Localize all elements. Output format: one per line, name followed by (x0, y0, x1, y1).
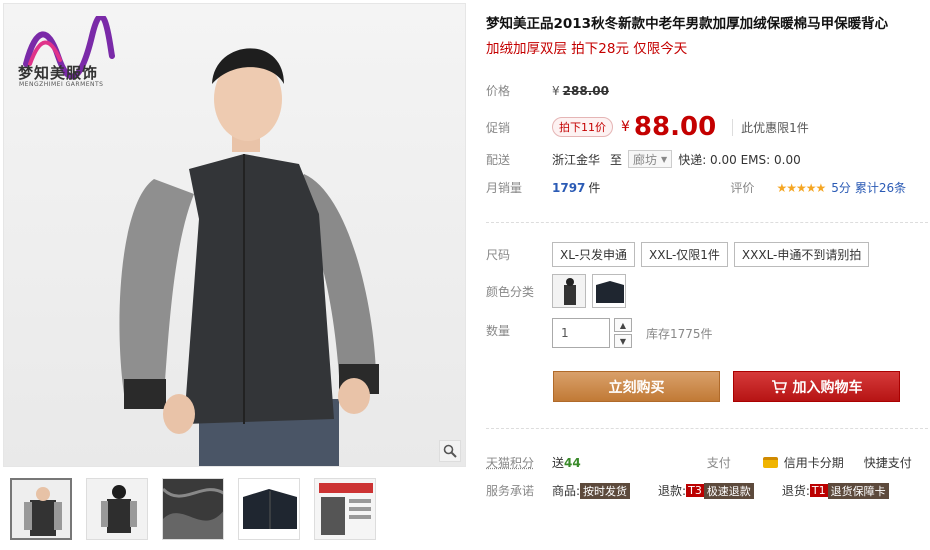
exchange-code: T1 (809, 484, 828, 497)
sales-unit: 件 (588, 181, 601, 195)
return-code: T3 (686, 484, 704, 497)
promo-row: 促销 拍下11价 ¥ 88.00 此优惠限1件 (486, 112, 809, 142)
shipping-fees: 快递: 0.00 EMS: 0.00 (678, 152, 801, 167)
add-to-cart-label: 加入购物车 (792, 379, 863, 396)
color-swatch-2[interactable] (592, 274, 626, 308)
current-yen-symbol: ¥ (621, 119, 630, 135)
price-row: 价格 ¥ 288.00 (486, 82, 609, 99)
thumbnail-5[interactable] (314, 478, 376, 540)
size-option-xl[interactable]: XL-只发申通 (552, 242, 636, 267)
credit-card-icon (762, 457, 778, 468)
thumbnail-2-image (87, 479, 147, 539)
service-row: 服务承诺 商品: 按时发货 退款: T3 极速退款 退货: T1 退货保障卡 (486, 482, 889, 499)
sales-label: 月销量 (486, 181, 523, 195)
fast-refund-tag[interactable]: 极速退款 (703, 482, 754, 499)
rating-score: 5分 (831, 181, 851, 195)
sales-count: 1797 (552, 180, 586, 195)
quantity-decrease-button[interactable]: ▼ (614, 334, 632, 348)
add-to-cart-button[interactable]: 加入购物车 (733, 371, 900, 402)
on-time-delivery-tag[interactable]: 按时发货 (580, 482, 631, 499)
color-swatch-2-image (593, 275, 625, 307)
current-price: 88.00 (633, 112, 717, 142)
destination-select[interactable]: 廊坊 ▼ (628, 150, 673, 168)
main-product-image[interactable]: 梦知美服饰 MENGZHIMEI GARMENTS (3, 3, 466, 467)
magnifier-icon (443, 444, 457, 458)
rating-label: 评价 (730, 181, 755, 195)
cart-icon (771, 379, 787, 393)
points-prefix: 送 (552, 456, 565, 470)
thumbnail-3[interactable] (162, 478, 224, 540)
shipping-row: 配送 浙江金华 至 廊坊 ▼ 快递: 0.00 EMS: 0.00 (486, 150, 801, 168)
color-swatch-1-image (553, 275, 585, 307)
color-swatch-1[interactable] (552, 274, 586, 308)
promo-limit: 此优惠限1件 (732, 118, 809, 136)
size-row: 尺码 XL-只发申通 XXL-仅限1件 XXXL-申通不到请别拍 (486, 242, 875, 267)
buy-now-label: 立刻购买 (608, 379, 665, 396)
product-subtitle: 加绒加厚双层 拍下28元 仅限今天 (486, 41, 688, 57)
color-label: 颜色分类 (486, 284, 535, 299)
shipping-label: 配送 (486, 152, 511, 167)
quantity-increase-button[interactable]: ▲ (614, 318, 632, 332)
thumbnail-2[interactable] (86, 478, 148, 540)
points-row: 天猫积分 送 44 支付 信用卡分期 快捷支付 (486, 454, 912, 471)
size-option-xxxl[interactable]: XXXL-申通不到请别拍 (733, 242, 870, 267)
exchange-label: 退货: (781, 484, 810, 498)
divider (486, 222, 928, 223)
quantity-row: 数量 1 ▲ ▼ 库存1775件 (486, 318, 713, 348)
destination-value: 廊坊 (633, 152, 658, 167)
promo-label: 促销 (486, 120, 511, 135)
thumbnail-strip (10, 478, 376, 540)
quantity-stepper: ▲ ▼ (614, 318, 632, 348)
quick-pay-link[interactable]: 快捷支付 (864, 454, 912, 471)
pay-label: 支付 (706, 456, 731, 470)
yen-symbol: ¥ (552, 83, 560, 98)
thumbnail-3-image (163, 479, 223, 539)
buy-now-button[interactable]: 立刻购买 (553, 371, 720, 402)
points-value: 44 (564, 455, 581, 470)
thumbnail-1-image (12, 480, 70, 538)
promo-tag: 拍下11价 (552, 117, 613, 137)
ship-from: 浙江金华 (552, 152, 601, 167)
product-header: 梦知美正品2013秋冬新款中老年男款加厚加绒保暖棉马甲保暖背心 加绒加厚双层 拍… (486, 14, 926, 59)
thumbnail-5-image (315, 479, 375, 539)
chevron-down-icon: ▼ (661, 154, 668, 164)
points-label[interactable]: 天猫积分 (486, 454, 552, 471)
installment-link[interactable]: 信用卡分期 (784, 454, 844, 471)
size-label: 尺码 (486, 248, 511, 262)
thumbnail-4-image (239, 479, 299, 539)
divider-2 (486, 428, 928, 429)
product-title: 梦知美正品2013秋冬新款中老年男款加厚加绒保暖棉马甲保暖背心 (486, 16, 889, 32)
stock-text: 库存1775件 (646, 326, 713, 341)
model-photo (119, 48, 379, 466)
sales-row: 月销量 1797 件 评价 ★★★★★ 5分 累计26条 (486, 179, 906, 196)
rating-stars-icon: ★★★★★ (776, 180, 826, 195)
service-label: 服务承诺 (486, 484, 535, 498)
original-price: 288.00 (562, 83, 609, 98)
quantity-label: 数量 (486, 323, 511, 338)
goods-label: 商品: (552, 484, 581, 498)
return-guarantee-tag[interactable]: 退货保障卡 (827, 482, 889, 499)
quantity-input[interactable]: 1 (552, 318, 610, 348)
ship-to-word: 至 (610, 152, 623, 167)
thumbnail-4[interactable] (238, 478, 300, 540)
size-option-xxl[interactable]: XXL-仅限1件 (641, 242, 728, 267)
thumbnail-1[interactable] (10, 478, 72, 540)
color-row: 颜色分类 (486, 274, 632, 308)
price-label: 价格 (486, 84, 511, 98)
return-label: 退款: (658, 484, 687, 498)
zoom-button[interactable] (439, 440, 461, 462)
review-count-link[interactable]: 累计26条 (855, 179, 906, 196)
